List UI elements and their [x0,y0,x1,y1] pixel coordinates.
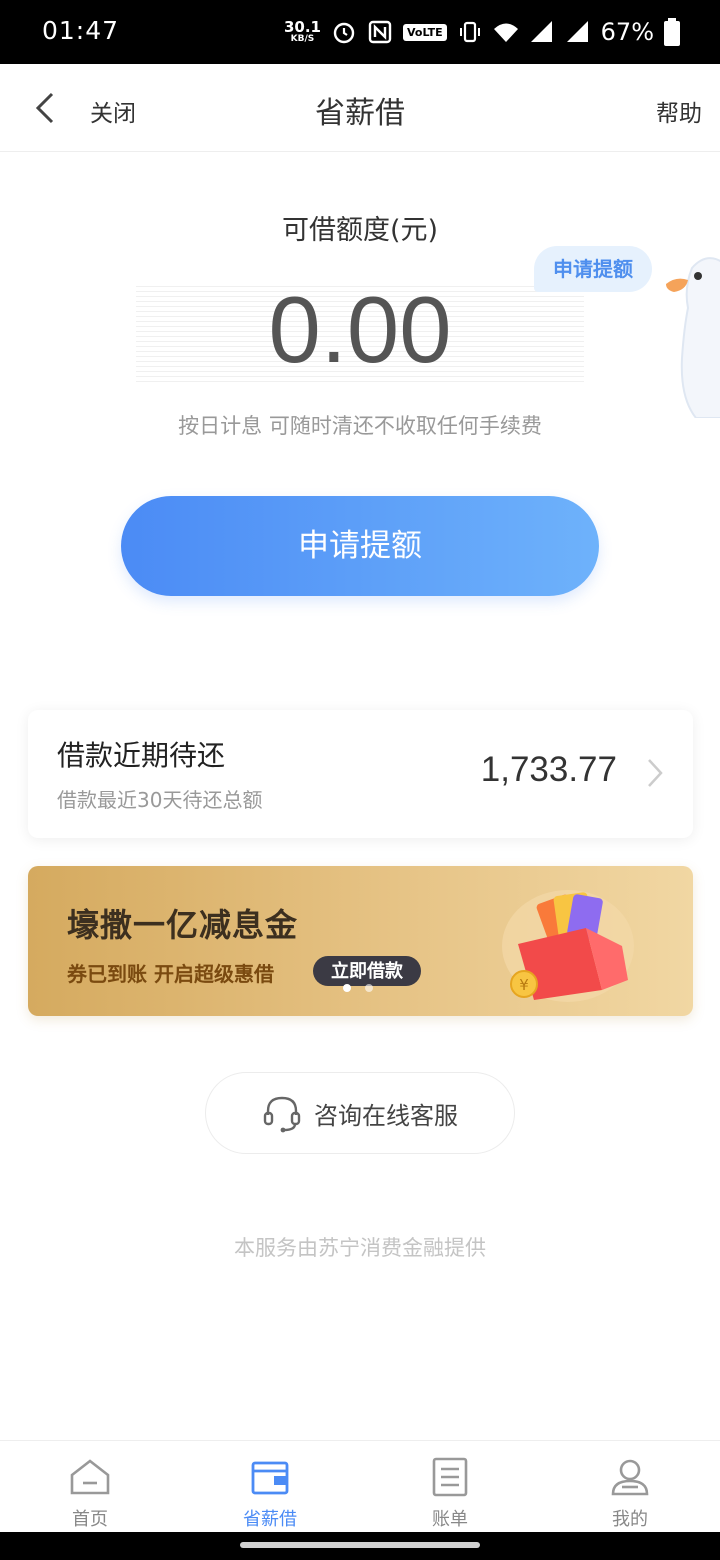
banner-title: 壕撒一亿减息金 [67,906,299,944]
help-button[interactable]: 帮助 [656,94,702,128]
nav-bar: 关闭 省薪借 帮助 [0,64,720,152]
gift-box-icon: ¥ [502,890,634,1002]
headset-icon [263,1096,301,1133]
battery-icon [664,18,680,46]
alarm-icon [333,22,355,44]
borrow-now-button[interactable]: 立即借款 [313,956,421,986]
credit-limit-label: 可借额度(元) [281,215,439,246]
home-icon [70,1459,110,1495]
repayment-card[interactable]: 借款近期待还 借款最近30天待还总额 1,733.77 [28,710,693,838]
repayment-amount: 1,733.77 [480,750,617,789]
customer-service-button[interactable]: 咨询在线客服 [205,1072,515,1154]
tab-label: 首页 [72,1509,108,1530]
volte-badge: VoLTE [402,23,447,41]
chevron-right-icon [648,759,663,787]
wallet-icon [251,1461,289,1495]
duck-mascot-icon [666,257,720,418]
provider-note: 本服务由苏宁消费金融提供 [234,1236,486,1260]
profile-icon [611,1459,649,1496]
apply-increase-button[interactable]: 申请提额 [121,496,599,596]
network-speed-unit: KB/S [290,34,315,44]
status-time: 01:47 [42,16,120,45]
home-indicator[interactable] [240,1542,480,1548]
tab-home[interactable]: 首页 [0,1441,180,1532]
tab-bill[interactable]: 账单 [360,1441,540,1532]
page-title: 省薪借 [315,96,405,131]
carousel-dot [365,984,373,992]
network-speed: 30.1 KB/S [284,20,321,44]
banner-subtitle: 券已到账 开启超级惠借 [67,962,274,986]
network-speed-value: 30.1 [283,18,321,36]
repayment-title: 借款近期待还 [57,739,226,772]
bill-icon [432,1457,468,1497]
status-icons: 30.1 KB/S VoLTE 67% [284,14,680,50]
battery-percent: 67% [600,18,654,46]
tab-label: 省薪借 [243,1509,297,1530]
nfc-icon [368,20,392,44]
customer-service-label: 咨询在线客服 [314,1101,458,1130]
vibrate-icon [459,21,480,43]
repayment-subtitle: 借款最近30天待还总额 [57,788,263,812]
tab-label: 我的 [612,1509,648,1530]
apply-increase-tag[interactable]: 申请提额 [534,246,652,292]
tab-shengxinjie[interactable]: 省薪借 [180,1441,360,1532]
credit-limit-amount: 0.00 [268,277,452,382]
svg-text:¥: ¥ [519,976,529,994]
signal-icon-1 [530,21,552,42]
signal-icon-2 [566,21,588,42]
carousel-dot [343,984,351,992]
bottom-tab-bar: 首页 省薪借 账单 我的 [0,1440,720,1532]
wifi-icon [493,23,518,42]
carousel-indicator [343,984,373,992]
status-bar: 01:47 30.1 KB/S VoLTE 67% [0,0,720,64]
interest-note: 按日计息 可随时清还不收取任何手续费 [178,414,542,438]
tab-profile[interactable]: 我的 [540,1441,720,1532]
tab-label: 账单 [432,1509,468,1530]
promo-banner[interactable]: 壕撒一亿减息金 券已到账 开启超级惠借 立即借款 ¥ [28,866,693,1016]
